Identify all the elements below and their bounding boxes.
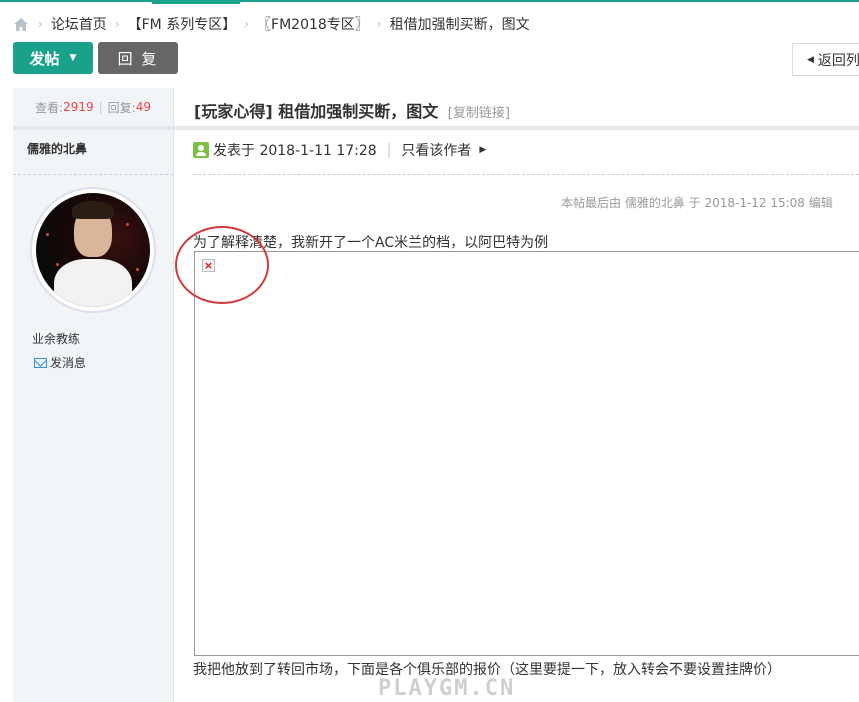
annotation-circle xyxy=(175,226,269,304)
avatar-detail xyxy=(56,263,59,266)
replies-count: 49 xyxy=(135,100,151,114)
edited-note: 本帖最后由 儒雅的北鼻 于 2018-1-12 15:08 编辑 xyxy=(561,196,833,210)
breadcrumb: › 论坛首页 › 【FM 系列专区】 › 〖FM2018专区〗 › 租借加强制买… xyxy=(14,14,530,34)
user-online-icon xyxy=(193,142,209,158)
reply-button[interactable]: 回 复 xyxy=(98,42,178,74)
breadcrumb-home-link[interactable]: 论坛首页 xyxy=(51,14,107,34)
watermark: PLAYGM.CN xyxy=(378,676,516,701)
thread-title: [玩家心得] 租借加强制买断，图文 [复制链接] xyxy=(194,98,510,122)
author-name[interactable]: 儒雅的北鼻 xyxy=(27,140,87,157)
top-accent-bar xyxy=(0,0,859,4)
avatar-detail xyxy=(54,259,132,307)
divider xyxy=(193,174,859,175)
breadcrumb-separator: › xyxy=(114,17,120,31)
back-to-list-label: 返回列 xyxy=(817,52,859,69)
author-rank: 业余教练 xyxy=(32,332,81,346)
new-post-label: 发帖 xyxy=(29,49,60,68)
triangle-left-icon: ◀ xyxy=(807,54,814,65)
avatar-detail xyxy=(126,223,129,226)
post-image-placeholder[interactable] xyxy=(194,251,859,656)
home-icon[interactable] xyxy=(14,17,28,31)
thread-header: [玩家心得] 租借加强制买断，图文 [复制链接] xyxy=(174,88,859,126)
caret-down-icon: ▼ xyxy=(69,53,77,63)
divider xyxy=(13,174,173,175)
stats-divider: | xyxy=(98,100,103,114)
author-sidebar: 查看: 2919 | 回复: 49 儒雅的北鼻 业余教练 发消息 xyxy=(13,88,173,702)
divider xyxy=(13,126,173,130)
breadcrumb-separator: › xyxy=(244,17,250,31)
thread-stats: 查看: 2919 | 回复: 49 xyxy=(13,88,173,126)
thread-title-text: [玩家心得] 租借加强制买断，图文 xyxy=(194,102,439,121)
new-post-button[interactable]: 发帖 ▼ xyxy=(13,42,93,74)
breadcrumb-current-thread: 租借加强制买断，图文 xyxy=(389,17,530,33)
breadcrumb-fm2018-link[interactable]: 〖FM2018专区〗 xyxy=(257,14,369,34)
copy-link-button[interactable]: [复制链接] xyxy=(448,106,510,121)
column-divider xyxy=(173,88,174,702)
breadcrumb-separator: › xyxy=(38,17,43,31)
breadcrumb-separator: › xyxy=(376,17,382,31)
post-meta: 发表于 2018-1-11 17:28 | 只看该作者 ▶ xyxy=(193,141,486,159)
avatar-detail xyxy=(136,268,139,271)
avatar-detail xyxy=(72,201,114,219)
views-label: 查看: xyxy=(35,100,64,115)
mail-icon xyxy=(34,357,47,368)
only-author-link[interactable]: 只看该作者 xyxy=(401,140,471,160)
avatar-detail xyxy=(46,233,49,236)
send-message-link[interactable]: 发消息 xyxy=(34,354,86,371)
replies-label: 回复: xyxy=(107,100,136,115)
posted-at: 发表于 2018-1-11 17:28 xyxy=(213,143,377,159)
avatar[interactable] xyxy=(30,187,156,313)
back-to-list-button[interactable]: ◀ 返回列 xyxy=(792,43,859,76)
active-nav-indicator xyxy=(152,0,240,4)
divider xyxy=(174,126,859,130)
send-message-label: 发消息 xyxy=(50,356,87,370)
views-count: 2919 xyxy=(63,100,94,114)
breadcrumb-fm-series-link[interactable]: 【FM 系列专区】 xyxy=(128,14,237,34)
meta-divider: | xyxy=(386,142,392,158)
avatar-image xyxy=(36,193,150,307)
triangle-right-icon: ▶ xyxy=(479,145,487,155)
